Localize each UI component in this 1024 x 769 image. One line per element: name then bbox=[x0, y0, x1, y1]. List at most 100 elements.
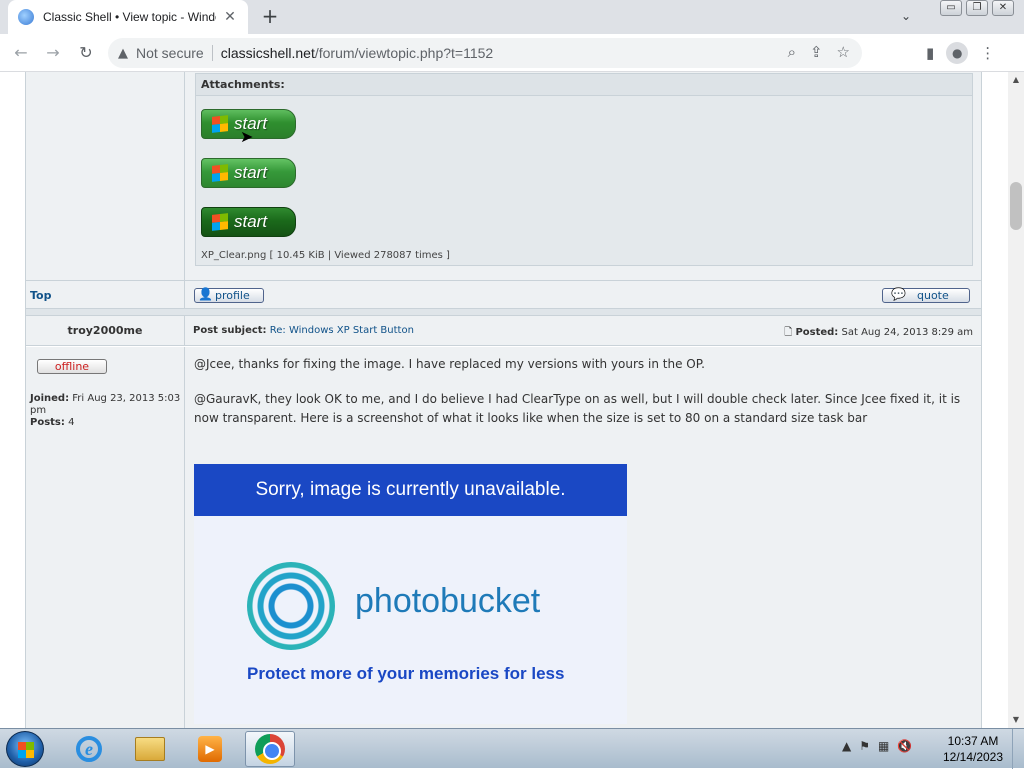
attachment-image-start-hover[interactable]: start bbox=[201, 158, 296, 188]
restore-button[interactable]: ❐ bbox=[966, 0, 988, 16]
attachment-caption: XP_Clear.png [ 10.45 KiB | Viewed 278087… bbox=[201, 250, 450, 261]
taskbar-clock[interactable]: 10:37 AM 12/14/2023 bbox=[940, 733, 1006, 765]
address-bar[interactable]: ▲ Not secure classicshell.net/forum/view… bbox=[108, 38, 862, 68]
posts-label: Posts: bbox=[30, 417, 65, 428]
volume-muted-icon[interactable]: 🔇 bbox=[897, 739, 912, 753]
media-player-taskbar-button[interactable]: ▶ bbox=[185, 731, 235, 767]
side-panel-icon[interactable]: ▮ bbox=[926, 44, 934, 62]
posted-label: Posted: bbox=[795, 327, 839, 338]
forward-button[interactable]: → bbox=[42, 42, 64, 64]
speech-bubble-icon: 💬 bbox=[891, 287, 906, 301]
scroll-up-icon[interactable]: ▲ bbox=[1008, 72, 1024, 88]
quote-button[interactable]: 💬 quote bbox=[882, 288, 970, 303]
offline-status-badge: offline bbox=[37, 359, 107, 374]
new-tab-button[interactable]: + bbox=[258, 5, 282, 29]
attachments-header: Attachments: bbox=[196, 74, 972, 96]
windows-flag-icon bbox=[212, 115, 228, 133]
windows-explorer-taskbar-button[interactable] bbox=[125, 731, 175, 767]
profile-avatar-icon[interactable]: ● bbox=[946, 42, 969, 64]
clock-time: 10:37 AM bbox=[947, 734, 999, 748]
internet-explorer-icon: e bbox=[76, 736, 102, 762]
posted-value: Sat Aug 24, 2013 8:29 am bbox=[841, 327, 974, 338]
reload-button[interactable]: ↻ bbox=[75, 42, 97, 64]
windows-flag-icon bbox=[212, 213, 228, 231]
minimize-button[interactable]: ▭ bbox=[940, 0, 962, 16]
tab-close-icon[interactable]: ✕ bbox=[222, 9, 238, 25]
tab-search-icon[interactable]: ⌄ bbox=[896, 6, 916, 26]
top-cell: Top bbox=[26, 281, 185, 309]
omnibox-actions: ⌕ ⇪ ☆ bbox=[788, 43, 850, 61]
window-controls: ▭ ❐ ✕ bbox=[940, 0, 1014, 16]
post-paragraph: @Jcee, thanks for fixing the image. I ha… bbox=[194, 357, 705, 371]
network-icon[interactable]: ▦ bbox=[878, 739, 889, 753]
profile-button-label: profile bbox=[215, 289, 250, 302]
profile-button[interactable]: 👤 profile bbox=[194, 288, 264, 303]
zoom-search-icon[interactable]: ⌕ bbox=[788, 43, 796, 61]
tab-title: Classic Shell • View topic - Windows XP … bbox=[43, 10, 216, 24]
system-tray: ▲ ⚑ ▦ 🔇 bbox=[842, 739, 912, 753]
clock-date: 12/14/2023 bbox=[942, 750, 1004, 764]
attachment-image-start-pressed[interactable]: start bbox=[201, 207, 296, 237]
browser-toolbar: ← → ↻ ▲ Not secure classicshell.net/foru… bbox=[0, 34, 1024, 72]
author-profile-column: offline Joined: Fri Aug 23, 2013 5:03 pm… bbox=[26, 347, 185, 728]
post-body-row: offline Joined: Fri Aug 23, 2013 5:03 pm… bbox=[26, 347, 981, 728]
folder-icon bbox=[135, 737, 165, 761]
forum-posts: Attachments: start ➤ start start XP_Clea… bbox=[25, 72, 982, 728]
internet-explorer-taskbar-button[interactable]: e bbox=[64, 731, 114, 767]
action-center-flag-icon[interactable]: ⚑ bbox=[859, 739, 870, 753]
scrollbar-thumb[interactable] bbox=[1010, 182, 1022, 230]
post-icon[interactable]: 🗋 bbox=[784, 327, 792, 338]
share-icon[interactable]: ⇪ bbox=[810, 43, 823, 61]
post-separator bbox=[26, 308, 981, 316]
post-actions-row: Top 👤 profile 💬 quote bbox=[26, 280, 981, 309]
show-hidden-icons-icon[interactable]: ▲ bbox=[842, 739, 851, 753]
url-host: classicshell.net bbox=[220, 45, 315, 61]
post-author[interactable]: troy2000me bbox=[26, 316, 185, 346]
quote-button-label: quote bbox=[917, 289, 949, 302]
start-label: start bbox=[234, 163, 268, 182]
joined-label: Joined: bbox=[30, 393, 70, 404]
post-content: @Jcee, thanks for fixing the image. I ha… bbox=[194, 355, 974, 444]
scroll-down-icon[interactable]: ▼ bbox=[1008, 712, 1024, 728]
subject-label: Post subject: bbox=[193, 325, 267, 336]
page-viewport: Attachments: start ➤ start start XP_Clea… bbox=[0, 72, 1008, 728]
post-paragraph: @GauravK, they look OK to me, and I do b… bbox=[194, 392, 961, 425]
bookmark-star-icon[interactable]: ☆ bbox=[837, 43, 850, 61]
post-date: 🗋 Posted: Sat Aug 24, 2013 8:29 am bbox=[784, 325, 973, 342]
start-button[interactable] bbox=[6, 731, 44, 767]
globe-favicon-icon bbox=[18, 9, 34, 25]
unavailable-image-placeholder[interactable]: Sorry, image is currently unavailable. p… bbox=[194, 464, 627, 724]
url-text[interactable]: classicshell.net/forum/viewtopic.php?t=1… bbox=[221, 45, 494, 61]
attachments-box: Attachments: start ➤ start start XP_Clea… bbox=[195, 73, 973, 266]
browser-tab[interactable]: Classic Shell • View topic - Windows XP … bbox=[8, 0, 248, 34]
photobucket-brand: photobucket bbox=[355, 582, 541, 620]
url-path: /forum/viewtopic.php?t=1152 bbox=[314, 45, 494, 61]
unavailable-banner: Sorry, image is currently unavailable. bbox=[194, 464, 627, 516]
windows-logo-icon bbox=[18, 742, 34, 758]
profile-column bbox=[26, 72, 185, 280]
menu-kebab-icon[interactable]: ⋮ bbox=[980, 44, 995, 62]
chrome-icon bbox=[255, 734, 285, 764]
show-desktop-button[interactable] bbox=[1012, 729, 1024, 769]
photobucket-logo-icon bbox=[247, 562, 335, 650]
photobucket-tagline: Protect more of your memories for less bbox=[247, 664, 565, 683]
toolbar-right: ▮ ● ⋮ bbox=[926, 42, 995, 64]
media-player-icon: ▶ bbox=[198, 736, 222, 762]
top-link[interactable]: Top bbox=[30, 289, 51, 302]
security-label[interactable]: Not secure bbox=[136, 45, 213, 61]
posts-value: 4 bbox=[68, 417, 75, 428]
windows-taskbar: e ▶ ▲ ⚑ ▦ 🔇 10:37 AM 12/14/2023 bbox=[0, 728, 1024, 769]
author-details: Joined: Fri Aug 23, 2013 5:03 pm Posts: … bbox=[30, 393, 184, 429]
attachments-row: Attachments: start ➤ start start XP_Clea… bbox=[26, 72, 981, 280]
vertical-scrollbar[interactable]: ▲ ▼ bbox=[1008, 72, 1024, 728]
start-label: start bbox=[234, 212, 268, 231]
warning-triangle-icon[interactable]: ▲ bbox=[118, 46, 128, 61]
mouse-cursor-icon: ➤ bbox=[240, 127, 254, 146]
subject-link[interactable]: Re: Windows XP Start Button bbox=[270, 325, 414, 336]
back-button[interactable]: ← bbox=[10, 42, 32, 64]
windows-flag-icon bbox=[212, 164, 228, 182]
window-close-button[interactable]: ✕ bbox=[992, 0, 1014, 16]
user-icon: 👤 bbox=[198, 287, 213, 301]
post-subject: Post subject: Re: Windows XP Start Butto… bbox=[193, 325, 414, 336]
chrome-taskbar-button[interactable] bbox=[245, 731, 295, 767]
